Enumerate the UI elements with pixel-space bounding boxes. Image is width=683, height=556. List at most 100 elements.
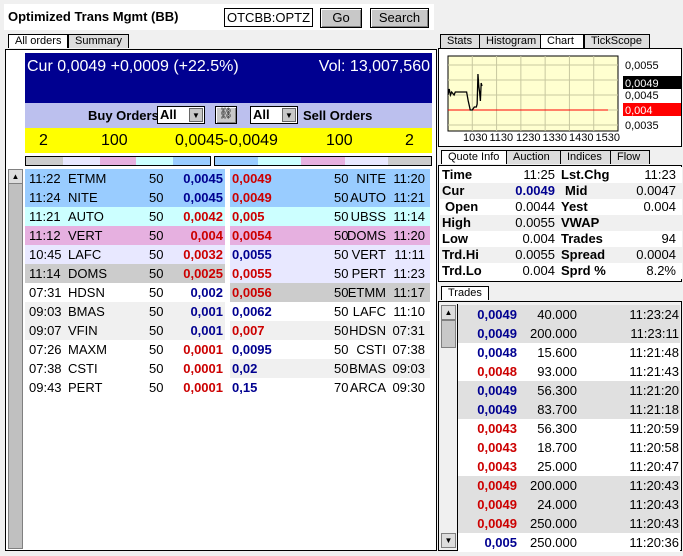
trade-time: 11:21:48 [629, 345, 679, 360]
buy-orders-select[interactable]: All ▼ [157, 106, 205, 124]
buy-order-row[interactable]: 10:45 LAFC 50 0,0032 [25, 245, 225, 264]
x-tick-label: 1430 [569, 132, 593, 144]
order-time: 07:38 [29, 361, 62, 376]
scroll-up-icon[interactable]: ▲ [441, 305, 456, 320]
level-swatch [99, 157, 137, 165]
order-size: 50 [149, 380, 164, 395]
order-price: 0,02 [232, 361, 258, 376]
sell-order-row[interactable]: 0,0056 50 ETMM 11:17 [230, 283, 430, 302]
order-price: 0,0001 [183, 380, 223, 395]
order-size: 50 [334, 342, 349, 357]
tab-tickscope[interactable]: TickScope [584, 34, 650, 48]
tab-histogram[interactable]: Histogram [479, 34, 541, 48]
chain-link-icon[interactable]: ⛓ [215, 106, 237, 124]
buy-order-row[interactable]: 07:31 HDSN 50 0,002 [25, 283, 225, 302]
trade-size: 56.300 [537, 421, 577, 436]
sell-order-row[interactable]: 0,005 50 UBSS 11:14 [230, 207, 430, 226]
separator: - [223, 132, 229, 149]
tab-flow[interactable]: Flow [610, 150, 650, 164]
market-maker: VERT [68, 228, 103, 243]
sell-order-row[interactable]: 0,0062 50 LAFC 11:10 [230, 302, 430, 321]
order-time: 09:03 [392, 361, 425, 376]
trade-price: 0,0049 [477, 307, 517, 322]
x-tick-label: 1030 [463, 132, 487, 144]
order-price: 0,005 [232, 209, 265, 224]
trade-time: 11:20:43 [629, 497, 679, 512]
order-size: 50 [334, 247, 349, 262]
sell-order-row[interactable]: 0,0055 50 VERT 11:11 [230, 245, 430, 264]
sell-order-row[interactable]: 0,0095 50 CSTI 07:38 [230, 340, 430, 359]
quote-label: Sprd % [561, 263, 606, 278]
buy-size: 100 [101, 132, 128, 149]
go-button[interactable]: Go [320, 8, 362, 28]
quote-value: 11:25 [523, 167, 555, 182]
order-size: 50 [149, 304, 164, 319]
sell-order-row[interactable]: 0,15 70 ARCA 09:30 [230, 378, 430, 397]
market-maker: BMAS [68, 304, 105, 319]
trade-size: 56.300 [537, 383, 577, 398]
scroll-thumb[interactable] [441, 320, 456, 348]
sell-order-row[interactable]: 0,0049 50 NITE 11:20 [230, 169, 430, 188]
quote-value: 0.0055 [515, 215, 555, 230]
tab-indices[interactable]: Indices [560, 150, 612, 164]
order-price: 0,0042 [183, 209, 223, 224]
trade-size: 83.700 [537, 402, 577, 417]
sell-order-row[interactable]: 0,0049 50 AUTO 11:21 [230, 188, 430, 207]
buy-order-row[interactable]: 11:21 AUTO 50 0,0042 [25, 207, 225, 226]
order-price: 0,0055 [232, 247, 272, 262]
quote-label: Spread [561, 247, 606, 262]
sell-orders-select[interactable]: All ▼ [250, 106, 298, 124]
buy-order-row[interactable]: 11:22 ETMM 50 0,0045 [25, 169, 225, 188]
scroll-down-icon[interactable]: ▼ [441, 533, 456, 548]
tab-auction[interactable]: Auction [506, 150, 561, 164]
tab-quote-info[interactable]: Quote Info [441, 150, 507, 164]
order-time: 11:24 [29, 190, 61, 205]
trade-time: 11:20:59 [629, 421, 679, 436]
tab-chart[interactable]: Chart [540, 34, 584, 48]
order-book-scrollbar[interactable] [8, 169, 23, 549]
sell-count: 2 [405, 132, 414, 149]
sell-order-row[interactable]: 0,0054 50 DOMS 11:20 [230, 226, 430, 245]
buy-order-row[interactable]: 09:43 PERT 50 0,0001 [25, 378, 225, 397]
buy-order-row[interactable]: 09:03 BMAS 50 0,001 [25, 302, 225, 321]
order-size: 50 [149, 285, 164, 300]
market-maker: AUTO [350, 190, 386, 205]
order-size: 50 [149, 266, 164, 281]
sell-order-row[interactable]: 0,007 50 HDSN 07:31 [230, 321, 430, 340]
tab-trades[interactable]: Trades [441, 286, 489, 300]
scroll-up-icon[interactable]: ▲ [8, 169, 23, 184]
tab-summary[interactable]: Summary [68, 34, 130, 48]
search-button[interactable]: Search [370, 8, 429, 28]
order-price: 0,0049 [232, 171, 272, 186]
level-swatch [301, 157, 345, 165]
order-time: 07:31 [29, 285, 62, 300]
order-size: 50 [149, 171, 164, 186]
best-quote-bar: 2 100 0,0045 - 0,0049 100 2 [25, 128, 432, 153]
sell-order-row[interactable]: 0,02 50 BMAS 09:03 [230, 359, 430, 378]
buy-order-row[interactable]: 07:26 MAXM 50 0,0001 [25, 340, 225, 359]
buy-order-row[interactable]: 11:24 NITE 50 0,0045 [25, 188, 225, 207]
order-time: 11:12 [29, 228, 61, 243]
sell-order-row[interactable]: 0,0055 50 PERT 11:23 [230, 264, 430, 283]
y-tick-label: 0,0035 [625, 120, 659, 132]
market-maker: ETMM [68, 171, 107, 186]
trade-price: 0,0049 [477, 402, 517, 417]
order-size: 50 [334, 361, 349, 376]
x-tick-label: 1530 [596, 132, 620, 144]
buy-orders-label: Buy Orders [88, 108, 159, 123]
order-size: 50 [334, 209, 349, 224]
quote-value: 0.0049 [515, 183, 555, 198]
tab-all-orders[interactable]: All orders [8, 34, 69, 48]
buy-order-row[interactable]: 11:12 VERT 50 0,004 [25, 226, 225, 245]
trade-price: 0,0043 [477, 440, 517, 455]
quote-label: Yest [561, 199, 588, 214]
symbol-input[interactable] [224, 8, 313, 27]
buy-order-row[interactable]: 09:07 VFIN 50 0,001 [25, 321, 225, 340]
order-price: 0,0045 [183, 190, 223, 205]
buy-order-row[interactable]: 11:14 DOMS 50 0,0025 [25, 264, 225, 283]
buy-order-row[interactable]: 07:38 CSTI 50 0,0001 [25, 359, 225, 378]
level-swatch [136, 157, 174, 165]
tab-stats[interactable]: Stats [440, 34, 480, 48]
order-price: 0,0055 [232, 266, 272, 281]
trade-price: 0,0049 [477, 516, 517, 531]
